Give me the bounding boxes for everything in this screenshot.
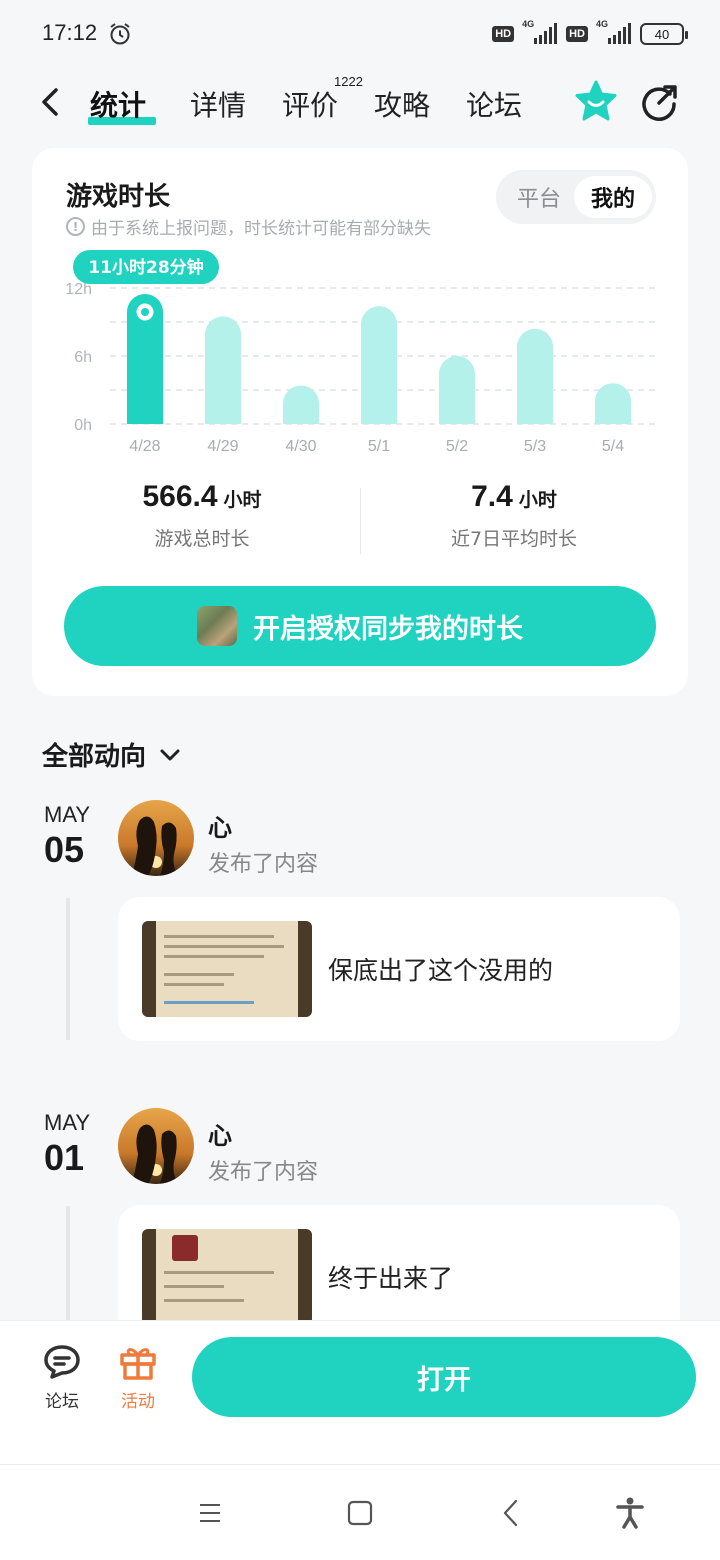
- feed-day: 05: [44, 829, 85, 870]
- x-tick-label: 5/3: [524, 438, 546, 455]
- avatar-image-2: [132, 1124, 178, 1184]
- post-thumbnail-2: [142, 1229, 312, 1325]
- sync-playtime-button[interactable]: 开启授权同步我的时长: [64, 586, 656, 666]
- source-toggle: 平台 我的: [496, 170, 656, 224]
- timeline-line: [66, 898, 70, 1040]
- x-tick-label: 5/1: [368, 438, 390, 455]
- bar: [361, 306, 397, 424]
- accessibility-icon[interactable]: [612, 1495, 648, 1531]
- open-game-button[interactable]: 打开: [192, 1337, 696, 1417]
- feed-date-2: MAY 01: [44, 1110, 90, 1176]
- x-tick-label: 4/29: [207, 438, 238, 455]
- sync-button-label: 开启授权同步我的时长: [253, 613, 523, 645]
- stat-divider: [360, 488, 361, 554]
- back-nav-icon[interactable]: [494, 1495, 530, 1531]
- x-tick-label: 5/2: [446, 438, 468, 455]
- status-bar: 17:12 HD 4G HD 4G 40: [0, 0, 720, 68]
- card-title: 游戏时长: [66, 182, 171, 212]
- total-label: 游戏总时长: [154, 528, 250, 550]
- total-stat: 566.4 小时 游戏总时长: [52, 480, 352, 551]
- signal-icon: 4G: [520, 19, 560, 46]
- system-nav-bar: [0, 1464, 720, 1560]
- x-tick-label: 4/30: [285, 438, 316, 455]
- playtime-card: 游戏时长 ! 由于系统上报问题，时长统计可能有部分缺失 平台 我的 0h 6h 12…: [32, 148, 688, 696]
- toggle-mine[interactable]: 我的: [574, 176, 652, 218]
- total-unit: 小时: [223, 489, 262, 511]
- username[interactable]: 心: [208, 808, 232, 843]
- battery-icon: 40: [640, 23, 688, 45]
- average-stat: 7.4 小时 近7日平均时长: [364, 480, 664, 551]
- user-action: 发布了内容: [208, 852, 319, 877]
- average-label: 近7日平均时长: [450, 528, 578, 550]
- info-icon: !: [66, 217, 85, 236]
- feed-filter[interactable]: 全部动向: [42, 736, 182, 773]
- tab-guides[interactable]: 攻略: [374, 84, 430, 124]
- network-type: 4G: [522, 19, 535, 29]
- chevron-down-icon: [160, 749, 180, 760]
- feed-filter-label: 全部动向: [42, 742, 147, 772]
- feed-post[interactable]: 保底出了这个没用的: [118, 897, 680, 1041]
- x-tick-label: 5/4: [602, 438, 624, 455]
- average-unit: 小时: [518, 489, 557, 511]
- back-icon[interactable]: [36, 84, 66, 120]
- forum-icon: [44, 1345, 80, 1379]
- favorite-star-icon[interactable]: [574, 80, 618, 122]
- feed-month: MAY: [44, 802, 91, 827]
- timeline-line-2: [66, 1206, 70, 1326]
- menu-icon[interactable]: [192, 1495, 228, 1531]
- activity-label: 活动: [121, 1392, 155, 1412]
- avatar[interactable]: [118, 800, 194, 876]
- review-count: 1222: [334, 74, 363, 89]
- gift-icon: [120, 1348, 156, 1380]
- y-tick-label: 0h: [74, 417, 92, 434]
- activity-button[interactable]: 活动: [108, 1343, 168, 1412]
- card-note: ! 由于系统上报问题，时长统计可能有部分缺失: [66, 214, 431, 239]
- tooltip-text: 11小时28分钟: [88, 257, 203, 278]
- bar: [595, 383, 631, 424]
- note-text: 由于系统上报问题，时长统计可能有部分缺失: [91, 219, 431, 239]
- alarm-icon: [110, 23, 130, 45]
- home-icon[interactable]: [342, 1495, 378, 1531]
- forum-button[interactable]: 论坛: [32, 1343, 92, 1412]
- forum-label: 论坛: [45, 1392, 79, 1412]
- share-icon[interactable]: [640, 82, 680, 122]
- avatar-2[interactable]: [118, 1108, 194, 1184]
- playtime-chart: 0h6h12h4/2811小时28分钟4/29 4/30 5/1 5/2 5/3 5/4: [65, 250, 656, 455]
- user-action-2: 发布了内容: [208, 1160, 319, 1185]
- feed-day-2: 01: [44, 1137, 85, 1178]
- post-thumbnail: [142, 921, 312, 1017]
- y-tick-label: 6h: [74, 349, 92, 366]
- highlight-marker-dot: [141, 308, 149, 317]
- average-value: 7.4: [471, 480, 513, 513]
- network-type-2: 4G: [596, 19, 609, 29]
- bar: [283, 385, 319, 424]
- status-time: 17:12: [42, 20, 98, 45]
- toggle-platform[interactable]: 平台: [500, 176, 578, 218]
- x-tick-label: 4/28: [129, 438, 160, 455]
- bar: [439, 356, 475, 424]
- post-text-2: 终于出来了: [328, 1264, 454, 1293]
- username-2[interactable]: 心: [208, 1116, 232, 1151]
- total-value: 566.4: [142, 480, 218, 513]
- tab-stats[interactable]: 统计: [90, 84, 146, 124]
- tab-details[interactable]: 详情: [190, 84, 246, 124]
- bottom-action-bar: 论坛 活动 打开: [0, 1320, 720, 1464]
- hd-badge-2: HD: [566, 26, 588, 42]
- hd-badge: HD: [492, 26, 515, 42]
- bar: [205, 316, 241, 424]
- signal-icon-2: 4G: [594, 19, 634, 46]
- post-text: 保底出了这个没用的: [328, 956, 554, 985]
- feed-date: MAY 05: [44, 802, 90, 868]
- game-icon: [197, 606, 237, 646]
- avatar-image: [132, 816, 178, 876]
- top-nav: 统计 详情 评价 1222 攻略 论坛: [0, 70, 720, 134]
- bar: [517, 328, 553, 424]
- feed-month-2: MAY: [44, 1110, 91, 1135]
- tab-forum[interactable]: 论坛: [466, 84, 522, 124]
- tab-reviews[interactable]: 评价: [282, 84, 338, 124]
